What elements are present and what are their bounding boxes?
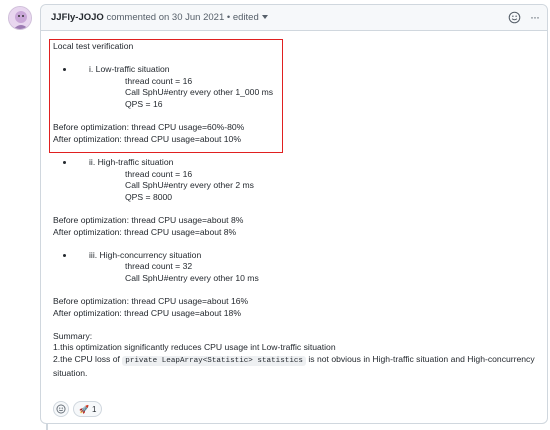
summary-line-2: 2.the CPU loss of private LeapArray<Stat…	[53, 354, 539, 379]
inline-code: private LeapArray<Statistic> statistics	[122, 356, 306, 367]
low-before: Before optimization: thread CPU usage=60…	[53, 122, 245, 133]
comment-meta[interactable]: commented on 30 Jun 2021	[106, 12, 224, 23]
summary-title: Summary:	[53, 330, 93, 341]
concurrency-label: iii. High-concurrency situation	[89, 249, 202, 260]
low-line: thread count = 16	[125, 75, 193, 86]
list-item-concurrency: iii. High-concurrency situation thread c…	[53, 250, 543, 285]
concurrency-before: Before optimization: thread CPU usage=ab…	[53, 296, 249, 307]
rocket-reaction-button[interactable]: 🚀 1	[73, 401, 103, 417]
comment-header: JJFly-JOJO commented on 30 Jun 2021 • ed…	[41, 5, 547, 31]
chevron-down-icon[interactable]	[261, 15, 268, 20]
kebab-icon[interactable]: ···	[530, 5, 540, 29]
summary-line-1: 1.this optimization significantly reduce…	[53, 342, 336, 353]
low-line: Call SphU#entry every other 1_000 ms	[125, 87, 274, 98]
comment-author[interactable]: JJFly-JOJO	[51, 12, 104, 23]
smiley-icon	[56, 404, 66, 414]
high-line: thread count = 16	[125, 168, 193, 179]
concurrency-after: After optimization: thread CPU usage=abo…	[53, 307, 241, 318]
low-line: QPS = 16	[125, 98, 163, 109]
list-item-high: ii. High-traffic situation thread count …	[53, 157, 543, 203]
summary-line-2-pre: 2.the CPU loss of	[53, 354, 120, 365]
bullet-icon	[63, 68, 66, 72]
bullet-icon	[63, 160, 66, 164]
body-title: Local test verification	[53, 41, 134, 51]
low-after: After optimization: thread CPU usage=abo…	[53, 133, 241, 144]
concurrency-line: Call SphU#entry every other 10 ms	[125, 272, 259, 283]
high-label: ii. High-traffic situation	[89, 156, 174, 167]
concurrency-line: thread count = 32	[125, 261, 193, 272]
high-line: QPS = 8000	[125, 191, 173, 202]
avatar-image	[9, 7, 31, 29]
avatar[interactable]	[8, 6, 32, 30]
rocket-icon: 🚀	[79, 404, 89, 414]
high-line: Call SphU#entry every other 2 ms	[125, 180, 254, 191]
bullet-icon	[63, 253, 66, 257]
comment-body: Local test verification i. Low-traffic s…	[49, 39, 543, 379]
list-item-low: i. Low-traffic situation thread count = …	[53, 64, 543, 110]
high-before: Before optimization: thread CPU usage=ab…	[53, 214, 244, 225]
smiley-icon[interactable]	[508, 11, 521, 24]
edited-label[interactable]: • edited	[227, 12, 259, 23]
reactions-bar: 🚀 1	[53, 401, 103, 417]
comment: JJFly-JOJO commented on 30 Jun 2021 • ed…	[40, 4, 548, 424]
low-label: i. Low-traffic situation	[89, 64, 170, 75]
rocket-count: 1	[91, 404, 97, 414]
high-after: After optimization: thread CPU usage=abo…	[53, 226, 237, 237]
add-reaction-button[interactable]	[53, 401, 69, 417]
